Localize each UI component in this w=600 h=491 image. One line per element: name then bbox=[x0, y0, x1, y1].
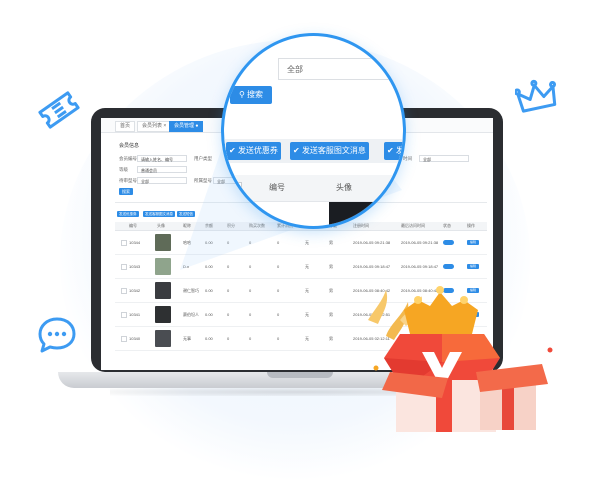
avatar bbox=[155, 234, 171, 251]
cell-balance: 0.00 bbox=[205, 336, 213, 341]
cell-name: 赛伯坦人 bbox=[183, 312, 199, 317]
row-checkbox[interactable] bbox=[121, 264, 127, 270]
magnified-send-coupon-button[interactable]: ✔ 发送优惠券 bbox=[226, 142, 281, 160]
send-news-button[interactable]: 发送客服图文消息 bbox=[143, 211, 175, 217]
edit-button[interactable]: 编辑 bbox=[467, 264, 479, 269]
magnified-send-news-label: 发送客服图文消息 bbox=[301, 146, 366, 155]
cell-id: 10343 bbox=[129, 264, 141, 269]
status-toggle[interactable] bbox=[443, 264, 454, 269]
th-id: 编号 bbox=[129, 223, 137, 228]
cell-name: 无事 bbox=[183, 336, 191, 341]
cell-id: 10340 bbox=[129, 336, 141, 341]
cell-points: 0 bbox=[227, 312, 230, 317]
search-button[interactable]: 搜索 bbox=[119, 188, 133, 195]
status-label: 待审型号 bbox=[119, 178, 137, 183]
search-icon: ⚲ bbox=[238, 90, 245, 99]
gift-box-illustration bbox=[368, 286, 553, 432]
row-checkbox[interactable] bbox=[121, 288, 127, 294]
magnified-search-button[interactable]: ⚲ 搜索 bbox=[230, 86, 272, 104]
row-checkbox[interactable] bbox=[121, 240, 127, 246]
th-avatar: 头像 bbox=[157, 223, 165, 228]
magnified-th-avatar: 头像 bbox=[336, 183, 352, 192]
cell-name: 谢仁智巧 bbox=[183, 288, 199, 293]
cell-level: 男 bbox=[329, 288, 333, 293]
level-label: 等级 bbox=[119, 167, 128, 172]
th-op: 操作 bbox=[467, 223, 475, 228]
cell-promoter: 无 bbox=[305, 336, 309, 341]
magnified-search-label: 搜索 bbox=[247, 90, 264, 99]
magnified-th-id: 编号 bbox=[269, 183, 285, 192]
cell-level: 男 bbox=[329, 312, 333, 317]
cell-promoter: 无 bbox=[305, 288, 309, 293]
cell-buys: 0 bbox=[249, 336, 252, 341]
cell-points: 0 bbox=[227, 336, 230, 341]
magnified-select[interactable]: 全部 bbox=[278, 58, 403, 80]
cell-buys: 0 bbox=[249, 312, 252, 317]
laptop-notch bbox=[267, 372, 333, 378]
avatar bbox=[155, 258, 171, 275]
avatar bbox=[155, 306, 171, 323]
cell-promoter: 无 bbox=[305, 312, 309, 317]
check-circle-icon: ✔ bbox=[293, 146, 300, 155]
check-circle-icon: ✔ bbox=[387, 146, 394, 155]
time-select[interactable]: 全部 bbox=[419, 155, 469, 162]
member-no-label: 会员编号 bbox=[119, 156, 137, 161]
send-coupon-button[interactable]: 发送优惠券 bbox=[117, 211, 139, 217]
cell-id: 10344 bbox=[129, 240, 141, 245]
cell-total: 0 bbox=[277, 288, 280, 293]
cell-total: 0 bbox=[277, 312, 280, 317]
cell-level: 男 bbox=[329, 336, 333, 341]
avatar bbox=[155, 330, 171, 347]
check-circle-icon: ✔ bbox=[229, 146, 236, 155]
magnified-avatar bbox=[329, 202, 389, 226]
magnified-send-news-button[interactable]: ✔ 发送客服图文消息 bbox=[290, 142, 369, 160]
ticket-icon bbox=[38, 91, 80, 129]
magnified-select-all-checkbox[interactable] bbox=[230, 182, 242, 194]
row-checkbox[interactable] bbox=[121, 336, 127, 342]
edit-button[interactable]: 编辑 bbox=[467, 240, 479, 245]
magnified-table-header bbox=[224, 175, 403, 202]
magnifier-lens: 全部 ⚲ 搜索 ✔ 发送优惠券 ✔ 发送客服图文消息 ✔ 发 编号 头像 bbox=[221, 33, 406, 229]
cell-balance: 0.00 bbox=[205, 312, 213, 317]
cell-balance: 0.00 bbox=[205, 288, 213, 293]
th-status: 状态 bbox=[443, 223, 451, 228]
tab-member-list[interactable]: 会员列表 × bbox=[137, 121, 172, 132]
cell-points: 0 bbox=[227, 288, 230, 293]
row-checkbox[interactable] bbox=[121, 312, 127, 318]
cell-id: 10341 bbox=[129, 312, 141, 317]
magnified-send-sms-label: 发 bbox=[395, 146, 404, 155]
crown-icon bbox=[515, 79, 557, 113]
tab-home[interactable]: 首页 bbox=[115, 121, 136, 132]
magnified-send-coupon-label: 发送优惠券 bbox=[237, 146, 278, 155]
cell-total: 0 bbox=[277, 336, 280, 341]
cell-buys: 0 bbox=[249, 288, 252, 293]
page-title: 会员信息 bbox=[119, 143, 140, 149]
cell-id: 10342 bbox=[129, 288, 141, 293]
status-toggle[interactable] bbox=[443, 240, 454, 245]
magnified-send-sms-button[interactable]: ✔ 发 bbox=[384, 142, 404, 160]
avatar bbox=[155, 282, 171, 299]
chat-bubble-icon bbox=[38, 317, 76, 353]
